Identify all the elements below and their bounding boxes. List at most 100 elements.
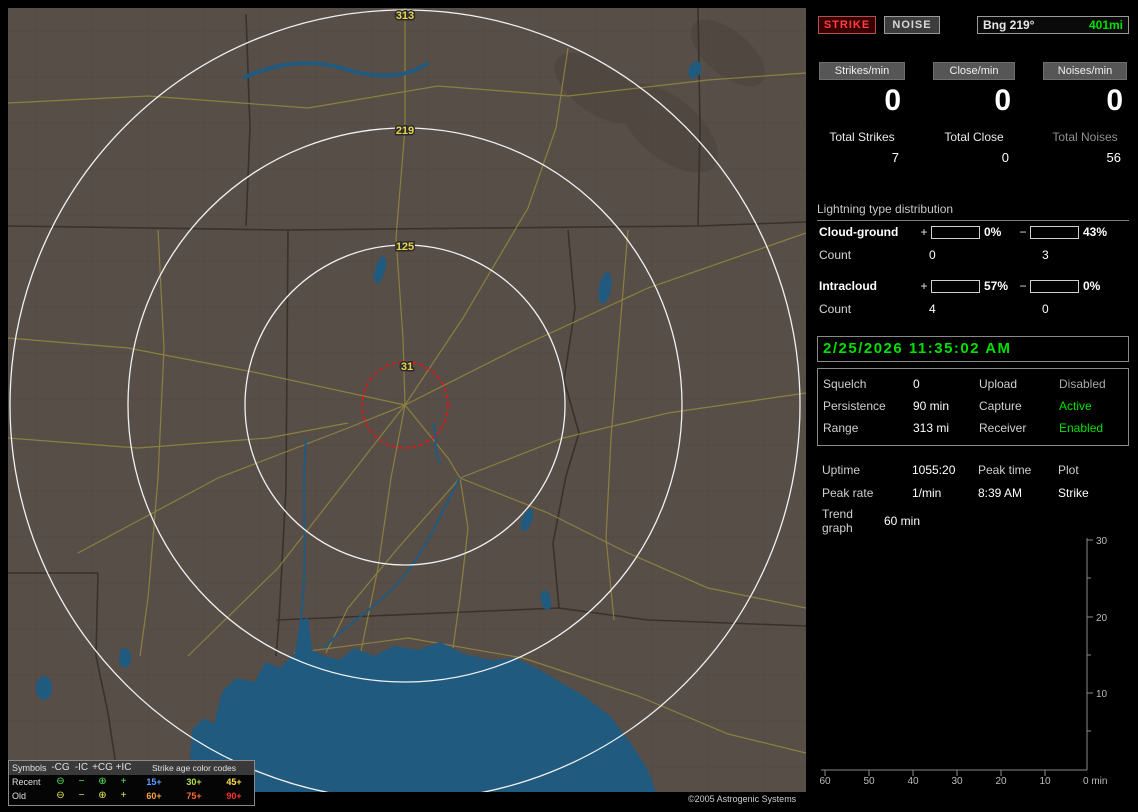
y-axis-tick-label: 10 xyxy=(1096,689,1108,700)
legend-header-row: Symbols -CG -IC +CG +IC Strike age color… xyxy=(9,761,254,775)
legend-col-neg-ic: -IC xyxy=(74,762,89,773)
close-column: Close/min 0 Total Close 0 xyxy=(933,62,1015,165)
strikes-column: Strikes/min 0 Total Strikes 7 xyxy=(819,62,905,165)
intracloud-count-row: Count 4 0 xyxy=(819,302,1129,316)
stats-section: Uptime 1055:20 Peak time Plot Peak rate … xyxy=(822,458,1129,504)
total-close-value: 0 xyxy=(1001,150,1009,165)
x-axis-tick-label: 20 xyxy=(995,776,1007,787)
legend-old-label: Old xyxy=(12,791,27,801)
strikes-per-min-value: 0 xyxy=(884,84,901,117)
legend-old-row: Old ⊖ − ⊕ + 60+ 75+ 90+ xyxy=(9,789,254,803)
minus-sign: − xyxy=(1019,279,1027,293)
noise-button[interactable]: NOISE xyxy=(884,16,940,34)
receiver-label: Receiver xyxy=(979,421,1027,435)
count-label: Count xyxy=(819,302,852,316)
distribution-title: Lightning type distribution xyxy=(817,202,1129,221)
total-noises-label: Total Noises xyxy=(1052,130,1118,144)
capture-status: Active xyxy=(1059,399,1092,413)
range-label: Range xyxy=(823,421,859,435)
ic-negative-count: 0 xyxy=(1042,302,1049,316)
cg-negative-count: 3 xyxy=(1042,248,1049,262)
total-strikes-label: Total Strikes xyxy=(829,130,895,144)
neg-ic-symbol-icon: − xyxy=(78,776,85,787)
intracloud-row: Intracloud + 57% − 0% xyxy=(819,278,1129,294)
upload-status: Disabled xyxy=(1059,377,1106,391)
settings-section: Squelch 0 Upload Disabled Persistence 90… xyxy=(817,368,1129,446)
bearing-label: Bng 219° xyxy=(983,18,1035,32)
mode-row: STRIKE NOISE Bng 219° 401mi xyxy=(815,16,1131,34)
ic-negative-pct: 0% xyxy=(1083,279,1101,293)
range-ring-label: 125 xyxy=(396,241,414,253)
peak-rate-label: Peak rate xyxy=(822,485,874,500)
plot-label: Plot xyxy=(1058,462,1079,477)
age-code: 75+ xyxy=(186,791,202,801)
close-per-min-value: 0 xyxy=(994,84,1011,117)
cg-negative-bar xyxy=(1030,225,1079,239)
legend-col-neg-cg: -CG xyxy=(51,762,70,773)
strike-button[interactable]: STRIKE xyxy=(818,16,876,34)
peak-rate-value: 1/min xyxy=(912,485,942,500)
cg-negative-pct: 43% xyxy=(1083,225,1108,239)
noises-column: Noises/min 0 Total Noises 56 xyxy=(1043,62,1127,165)
trend-graph: 30 20 10 60 50 40 30 20 10 0 min xyxy=(819,536,1108,787)
ic-positive-count: 4 xyxy=(929,302,936,316)
age-code: 60+ xyxy=(146,791,162,801)
total-noises-value: 56 xyxy=(1106,150,1121,165)
receiver-status: Enabled xyxy=(1059,421,1104,435)
peak-time-label: Peak time xyxy=(978,462,1032,477)
y-axis-tick-label: 30 xyxy=(1096,536,1108,547)
pos-ic-symbol-icon: + xyxy=(120,776,127,787)
app-window: 313 219 125 31 Symbols -CG -IC +CG +IC S… xyxy=(0,0,1138,812)
bearing-range: 401mi xyxy=(1088,18,1123,32)
x-axis-tick-label: 40 xyxy=(907,776,919,787)
rates-section: Strikes/min 0 Total Strikes 7 Close/min … xyxy=(819,62,1127,165)
strikes-per-min-label: Strikes/min xyxy=(819,62,905,80)
cg-positive-count: 0 xyxy=(929,248,936,262)
squelch-label: Squelch xyxy=(823,377,867,391)
noises-per-min-label: Noises/min xyxy=(1043,62,1127,80)
neg-cg-symbol-icon: ⊖ xyxy=(56,790,65,801)
y-axis-tick-label: 20 xyxy=(1096,613,1108,624)
cloud-ground-row: Cloud-ground + 0% − 43% xyxy=(819,224,1129,240)
legend-symbols-title: Symbols xyxy=(12,763,47,773)
peak-time-value: 8:39 AM xyxy=(978,485,1023,500)
close-per-min-label: Close/min xyxy=(933,62,1015,80)
age-code: 90+ xyxy=(226,791,242,801)
persistence-value: 90 min xyxy=(913,399,950,413)
range-ring-label: 313 xyxy=(396,10,414,22)
legend-recent-row: Recent ⊖ − ⊕ + 15+ 30+ 45+ xyxy=(9,775,254,789)
x-axis-tick-label: 60 xyxy=(819,776,831,787)
cloud-ground-count-row: Count 0 3 xyxy=(819,248,1129,262)
map-canvas[interactable]: 313 219 125 31 xyxy=(8,8,806,792)
uptime-label: Uptime xyxy=(822,462,861,477)
ic-negative-bar xyxy=(1030,279,1079,293)
range-ring-label: 219 xyxy=(396,125,414,137)
legend-col-pos-cg: +CG xyxy=(92,762,113,773)
legend-age-title: Strike age color codes xyxy=(151,763,237,773)
uptime-value: 1055:20 xyxy=(912,462,956,477)
minus-sign: − xyxy=(1019,225,1027,239)
settings-row: Squelch 0 Upload Disabled xyxy=(823,373,1128,395)
legend-col-pos-ic: +IC xyxy=(115,762,132,773)
x-axis-end-label: 0 min xyxy=(1083,776,1107,787)
age-code: 15+ xyxy=(146,777,162,787)
x-axis-tick-label: 50 xyxy=(863,776,875,787)
datetime-display: 2/25/2026 11:35:02 AM xyxy=(817,336,1129,362)
total-close-label: Total Close xyxy=(944,130,1004,144)
bearing-readout: Bng 219° 401mi xyxy=(977,16,1129,34)
intracloud-label: Intracloud xyxy=(819,279,878,293)
settings-row: Persistence 90 min Capture Active xyxy=(823,395,1128,417)
neg-ic-symbol-icon: − xyxy=(78,790,85,801)
settings-row: Range 313 mi Receiver Enabled xyxy=(823,417,1128,439)
neg-cg-symbol-icon: ⊖ xyxy=(56,776,65,787)
range-value: 313 mi xyxy=(913,421,950,435)
noises-per-min-value: 0 xyxy=(1106,84,1123,117)
cg-positive-bar xyxy=(931,225,980,239)
stats-row: Peak rate 1/min 8:39 AM Strike xyxy=(822,481,1129,504)
age-code: 45+ xyxy=(226,777,242,787)
legend-recent-label: Recent xyxy=(12,777,41,787)
plus-sign: + xyxy=(920,225,928,239)
squelch-value: 0 xyxy=(913,377,920,391)
total-strikes-value: 7 xyxy=(891,150,899,165)
range-ring-label: 31 xyxy=(401,361,413,373)
